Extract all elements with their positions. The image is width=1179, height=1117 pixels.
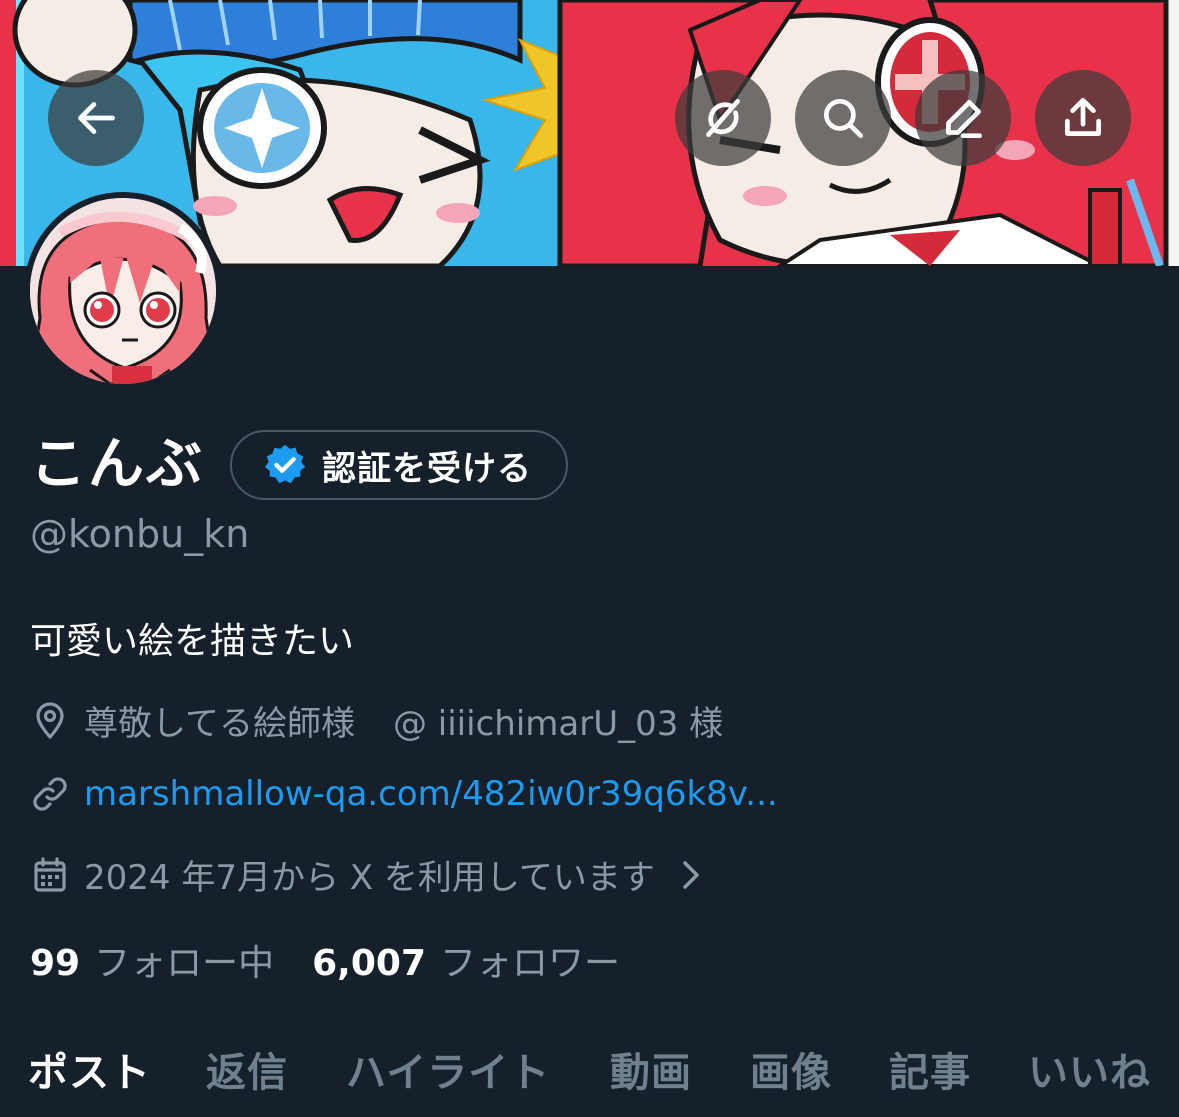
- tab-likes[interactable]: いいね: [1028, 1040, 1151, 1098]
- search-icon: [823, 98, 864, 139]
- tab-replies[interactable]: 返信: [206, 1040, 288, 1098]
- display-name: こんぶ: [30, 432, 204, 497]
- share-icon: [1065, 97, 1101, 136]
- follow-stats: 99 フォロー中 6,007 フォロワー: [30, 934, 620, 986]
- following-count: 99: [30, 943, 81, 984]
- tab-highlights[interactable]: ハイライト: [346, 1040, 550, 1098]
- search-button[interactable]: [795, 70, 891, 166]
- followers-count: 6,007: [312, 943, 426, 984]
- followers-label: フォロワー: [440, 943, 621, 984]
- joined-text: 2024 年7月から X を利用しています: [84, 858, 655, 898]
- bio-text: 可愛い絵を描きたい: [30, 621, 355, 662]
- followers-link[interactable]: 6,007 フォロワー: [312, 934, 620, 986]
- back-arrow-icon: [78, 102, 116, 134]
- link-icon: [33, 777, 67, 811]
- grok-button[interactable]: [675, 70, 771, 166]
- chevron-right-icon: [683, 860, 699, 889]
- share-button[interactable]: [1035, 70, 1131, 166]
- tab-videos[interactable]: 動画: [610, 1040, 692, 1098]
- edit-button[interactable]: [915, 70, 1011, 166]
- get-verified-button[interactable]: 認証を受ける: [230, 430, 568, 500]
- tab-articles[interactable]: 記事: [889, 1040, 971, 1098]
- joined-row[interactable]: 2024 年7月から X を利用しています: [30, 850, 705, 899]
- calendar-icon: [34, 856, 66, 892]
- username-handle: @konbu_kn: [30, 512, 250, 556]
- location-pin-icon: [36, 701, 64, 739]
- profile-tabs: ポスト 返信 ハイライト 動画 画像 記事 いいね: [0, 1040, 1179, 1117]
- tab-posts[interactable]: ポスト: [28, 1040, 151, 1098]
- location-text: 尊敬してる絵師様: [84, 704, 355, 744]
- avatar-illustration: [30, 198, 216, 384]
- grok-icon: [706, 98, 740, 138]
- tab-media[interactable]: 画像: [750, 1040, 832, 1098]
- get-verified-label: 認証を受ける: [322, 448, 532, 489]
- location-row: 尊敬してる絵師様 @ iiiichimarU_03 様: [30, 696, 723, 745]
- verified-badge-icon: [264, 444, 306, 484]
- following-label: フォロー中: [94, 943, 275, 984]
- back-button[interactable]: [48, 70, 144, 166]
- location-mention[interactable]: @ iiiichimarU_03 様: [393, 696, 723, 745]
- avatar[interactable]: [24, 192, 222, 390]
- edit-icon: [946, 100, 983, 139]
- website-link[interactable]: marshmallow-qa.com/482iw0r39q6k8v...: [84, 774, 778, 814]
- website-row[interactable]: marshmallow-qa.com/482iw0r39q6k8v...: [30, 774, 778, 814]
- following-link[interactable]: 99 フォロー中: [30, 934, 274, 986]
